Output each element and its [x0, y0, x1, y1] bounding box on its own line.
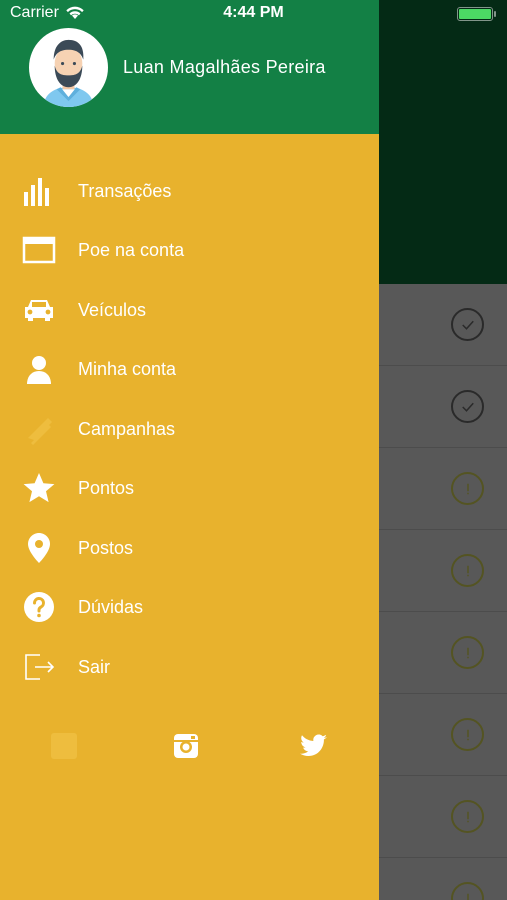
menu-item-label: Postos: [78, 537, 134, 558]
menu-item-label: Minha conta: [78, 358, 177, 379]
menu-item-label: Veículos: [78, 299, 147, 320]
menu-item-campanhas[interactable]: Campanhas: [0, 401, 379, 457]
star-icon: [22, 471, 56, 505]
menu-item-postos[interactable]: Postos: [0, 520, 379, 576]
avatar[interactable]: [29, 28, 108, 107]
ticket-icon: [22, 412, 56, 446]
info-icon: [451, 472, 484, 505]
menu-item-veiculos[interactable]: Veículos: [0, 282, 379, 338]
menu-item-label: Sair: [78, 656, 111, 677]
menu-item-pontos[interactable]: Pontos: [0, 460, 379, 516]
bar-chart-icon: [22, 174, 56, 208]
menu-item-poe-na-conta[interactable]: Poe na conta: [0, 222, 379, 278]
check-icon: [451, 308, 484, 341]
question-icon: [22, 590, 56, 624]
menu-item-label: Transações: [78, 180, 172, 201]
info-icon: [451, 636, 484, 669]
navigation-drawer: Luan Magalhães Pereira Transações Poe na…: [0, 0, 379, 900]
menu-item-label: Dúvidas: [78, 596, 144, 617]
logout-icon: [22, 650, 56, 684]
user-name: Luan Magalhães Pereira: [123, 57, 326, 77]
menu-item-label: Campanhas: [78, 418, 176, 439]
menu-item-sair[interactable]: Sair: [0, 639, 379, 695]
status-bar: Carrier 4:44 PM: [0, 0, 507, 28]
battery-icon: [457, 7, 496, 21]
menu-item-label: Pontos: [78, 477, 135, 498]
window-icon: [22, 233, 56, 267]
menu-item-transacoes[interactable]: Transações: [0, 163, 379, 219]
info-icon: [451, 554, 484, 587]
clock: 4:44 PM: [223, 4, 284, 21]
person-icon: [22, 352, 56, 386]
car-icon: [22, 293, 56, 327]
menu-item-duvidas[interactable]: Dúvidas: [0, 579, 379, 635]
instagram-icon[interactable]: [168, 728, 204, 764]
menu-item-minha-conta[interactable]: Minha conta: [0, 341, 379, 397]
check-icon: [451, 390, 484, 423]
info-icon: [451, 718, 484, 751]
menu-item-label: Poe na conta: [78, 239, 185, 260]
info-icon: [451, 800, 484, 833]
info-icon: [451, 882, 484, 900]
twitter-icon[interactable]: [295, 728, 331, 764]
location-pin-icon: [22, 531, 56, 565]
facebook-icon[interactable]: [46, 728, 82, 764]
